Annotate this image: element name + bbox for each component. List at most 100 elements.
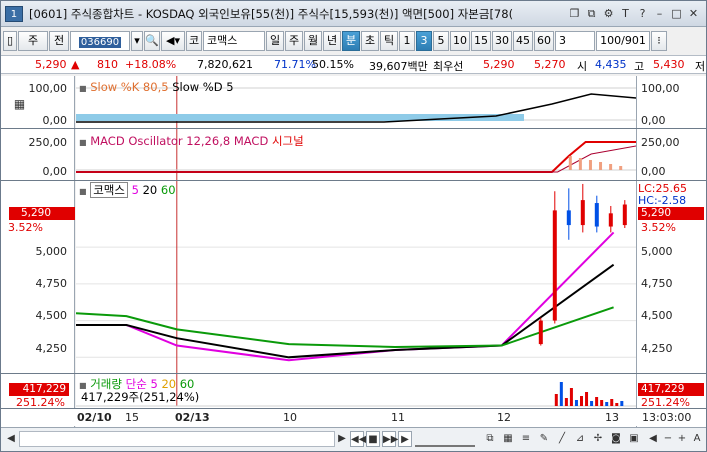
signal-label: 시그널	[271, 134, 304, 148]
minute-15[interactable]: 15	[471, 31, 491, 51]
slow-k-label: Slow %K 80,5	[90, 80, 169, 94]
window-number: 1	[5, 5, 23, 22]
restore-icon[interactable]: ❐	[568, 7, 581, 20]
ratio-2: 50.15%	[312, 58, 354, 71]
font-size-icon[interactable]: A	[690, 431, 704, 447]
display-count[interactable]: 100/901	[596, 31, 650, 51]
legend-square-icon: ■	[79, 138, 87, 147]
macd-tick-0: 0,00	[42, 165, 68, 178]
x-label-11: 11	[391, 411, 405, 424]
panel-divider[interactable]	[1, 128, 706, 129]
volume-bar	[615, 403, 619, 406]
market-select[interactable]: 주	[18, 31, 48, 51]
link-icon[interactable]: ⧉	[585, 7, 598, 20]
chart-area[interactable]: ▦ 100,00 0,00 100,00 0,00 ■ Slow %K 80,5…	[1, 76, 706, 427]
legend-square-icon: ■	[79, 187, 87, 196]
panel-divider[interactable]	[1, 180, 706, 181]
candle-body	[552, 210, 557, 321]
interval-month[interactable]: 월	[304, 31, 322, 51]
panel-divider[interactable]	[1, 373, 706, 374]
interval-tick[interactable]: 틱	[380, 31, 398, 51]
ma5-label: 5	[131, 183, 139, 197]
x-label-0210: 02/10	[77, 411, 112, 424]
close-icon[interactable]: ✕	[687, 7, 700, 20]
minute-30[interactable]: 30	[492, 31, 512, 51]
priority-label: 최우선	[433, 60, 464, 73]
zoom-minus-icon[interactable]: −	[662, 431, 674, 447]
last-icon[interactable]: ▶▶	[382, 431, 398, 447]
scroll-track[interactable]	[19, 431, 335, 447]
options-icon[interactable]: ⁝	[651, 31, 667, 51]
volume-bar	[569, 388, 573, 406]
high-price: 5,430	[653, 58, 685, 71]
font-icon[interactable]: T	[619, 7, 632, 20]
interval-year[interactable]: 년	[323, 31, 341, 51]
table-icon[interactable]: ▦	[500, 431, 516, 447]
ma60-label: 60	[160, 183, 176, 197]
layout-button[interactable]: ▯	[3, 31, 17, 51]
index-prefix[interactable]: 코	[186, 31, 202, 51]
macd-osc-label: MACD Oscillator 12,26,8	[90, 134, 231, 148]
code-field[interactable]: 036690	[70, 31, 130, 51]
zoom-plus-icon[interactable]: +	[676, 431, 688, 447]
period-select[interactable]: 전	[49, 31, 69, 51]
volume-bar	[564, 398, 568, 406]
price-tick-4500-right: 4,500	[641, 309, 673, 322]
x-label-10: 10	[283, 411, 297, 424]
minute-45[interactable]: 45	[513, 31, 533, 51]
candle-body	[566, 210, 571, 226]
x-label-13: 13	[605, 411, 619, 424]
help-icon[interactable]: ?	[636, 7, 649, 20]
code-dropdown[interactable]: ▾	[131, 31, 143, 51]
price-tick-4750: 4,750	[35, 277, 68, 290]
settings-icon[interactable]: ⚙	[602, 7, 615, 20]
open-price: 4,435	[595, 58, 627, 71]
interval-day[interactable]: 일	[266, 31, 284, 51]
stoch-tick-0-right: 0,00	[641, 114, 666, 127]
quote-info-row: 5,290 ▲ 810 +18.08% 7,820,621 71.71% 50.…	[1, 55, 706, 74]
macd-tick-0-right: 0,00	[641, 165, 666, 178]
scroll-left-icon[interactable]: ◀	[5, 431, 17, 447]
trend-icon[interactable]: ╱	[554, 431, 570, 447]
minute-60[interactable]: 60	[534, 31, 554, 51]
window-title: [0601] 주식종합차트 - KOSDAQ 외국인보유[55(천)] 주식수[…	[28, 6, 514, 21]
minute-10[interactable]: 10	[450, 31, 470, 51]
minute-5[interactable]: 5	[433, 31, 449, 51]
cross-icon[interactable]: ✢	[590, 431, 606, 447]
minimize-icon[interactable]: –	[653, 7, 666, 20]
list-icon[interactable]: ≡	[518, 431, 534, 447]
minute-1[interactable]: 1	[399, 31, 415, 51]
x-label-15: 15	[125, 411, 139, 424]
minute-3[interactable]: 3	[416, 31, 432, 51]
stoch-legend: ■ Slow %K 80,5 Slow %D 5	[79, 80, 234, 94]
volume-bar	[585, 392, 589, 406]
sound-icon[interactable]: ◀▾	[161, 31, 185, 51]
screen-icon[interactable]: ⧉	[482, 431, 498, 447]
count-select[interactable]: 3	[555, 31, 595, 51]
interval-second[interactable]: 초	[361, 31, 379, 51]
current-price-box-right: 5,290	[638, 207, 704, 220]
interval-week[interactable]: 주	[285, 31, 303, 51]
open-label: 시	[577, 60, 588, 73]
draw-icon[interactable]: ✎	[536, 431, 552, 447]
first-icon[interactable]: ◀◀	[350, 431, 366, 447]
low-label: 저	[695, 60, 706, 73]
macd-tick-250-right: 250,00	[641, 136, 680, 149]
camera-icon[interactable]: ◙	[608, 431, 624, 447]
search-icon[interactable]: 🔍	[144, 31, 160, 51]
ma20-label: 20	[142, 183, 158, 197]
scroll-right-icon[interactable]: ▶	[336, 431, 348, 447]
stop-icon[interactable]: ■	[366, 431, 380, 447]
ruler-icon[interactable]: ⊿	[572, 431, 588, 447]
price-change: 810	[97, 58, 118, 71]
zoom-slider[interactable]	[415, 431, 475, 447]
save-icon[interactable]: ▣	[626, 431, 642, 447]
interval-minute[interactable]: 분	[342, 31, 360, 51]
macd-osc-bar	[599, 162, 603, 170]
grid-icon[interactable]: ▦	[13, 98, 26, 111]
maximize-icon[interactable]: □	[670, 7, 683, 20]
play-icon[interactable]: ▶	[398, 431, 412, 447]
zoom-out-icon[interactable]: ◀	[646, 431, 660, 447]
volume: 7,820,621	[197, 58, 253, 71]
volume-bar	[580, 396, 583, 406]
